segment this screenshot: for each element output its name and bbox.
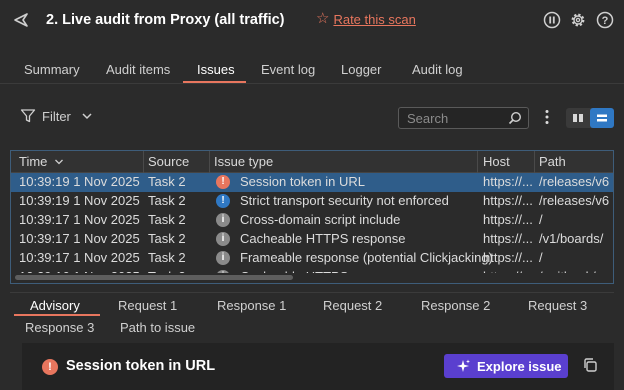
cell-host: https://... xyxy=(483,250,533,265)
cell-issue-type: Cross-domain script include xyxy=(240,212,401,227)
column-header-time[interactable]: Time xyxy=(19,154,64,169)
columns-icon xyxy=(573,114,583,122)
rows-view-button[interactable] xyxy=(590,108,614,128)
column-header-path[interactable]: Path xyxy=(539,154,566,169)
search-input[interactable]: Search xyxy=(398,107,529,129)
cell-host: https://... xyxy=(483,174,533,189)
cell-time: 10:39:19 1 Nov 2025 xyxy=(19,174,140,189)
chevron-down-icon xyxy=(82,113,92,120)
tab-logger[interactable]: Logger xyxy=(341,62,381,77)
tab-advisory[interactable]: Advisory xyxy=(30,298,80,313)
cell-source: Task 2 xyxy=(148,250,186,265)
issues-table: Time Source Issue type Host Path 10:39:1… xyxy=(10,150,614,284)
cell-path: /releases/v6 xyxy=(539,174,610,189)
cell-source: Task 2 xyxy=(148,212,186,227)
gear-icon[interactable] xyxy=(569,11,587,29)
back-icon[interactable] xyxy=(12,11,30,29)
cell-time: 10:39:17 1 Nov 2025 xyxy=(19,250,140,265)
horizontal-scrollbar[interactable] xyxy=(11,273,613,283)
severity-info-icon: i xyxy=(216,232,230,246)
table-row[interactable]: 10:39:17 1 Nov 2025 Task 2 i Cacheable H… xyxy=(11,230,613,249)
filter-icon xyxy=(20,109,36,123)
tab-response-3[interactable]: Response 3 xyxy=(25,320,94,335)
tab-response-1[interactable]: Response 1 xyxy=(217,298,286,313)
column-divider[interactable] xyxy=(209,151,210,173)
scrollbar-thumb[interactable] xyxy=(15,275,293,280)
cell-time: 10:39:19 1 Nov 2025 xyxy=(19,193,140,208)
column-divider[interactable] xyxy=(477,151,478,173)
severity-info-icon: i xyxy=(216,213,230,227)
cell-issue-type: Cacheable HTTPS response xyxy=(240,231,406,246)
table-row[interactable]: 10:39:19 1 Nov 2025 Task 2 ! Strict tran… xyxy=(11,192,613,211)
cell-issue-type: Frameable response (potential Clickjacki… xyxy=(240,250,493,265)
cell-time: 10:39:17 1 Nov 2025 xyxy=(19,231,140,246)
search-placeholder: Search xyxy=(407,111,449,126)
rows-icon xyxy=(597,114,607,122)
cell-time: 10:39:17 1 Nov 2025 xyxy=(19,212,140,227)
issue-detail-panel: Advisory Request 1 Response 1 Request 2 … xyxy=(10,292,614,390)
severity-medium-icon: ! xyxy=(216,194,230,208)
cell-host: https://... xyxy=(483,231,533,246)
issue-title: Session token in URL xyxy=(66,358,216,374)
sort-chevron-icon xyxy=(55,159,63,165)
star-icon: ☆ xyxy=(316,10,330,27)
more-options-icon[interactable] xyxy=(542,108,552,126)
tab-path-to-issue[interactable]: Path to issue xyxy=(120,320,195,335)
column-divider[interactable] xyxy=(143,151,144,173)
explore-issue-label: Explore issue xyxy=(477,358,562,374)
cell-source: Task 2 xyxy=(148,193,186,208)
tab-event-log[interactable]: Event log xyxy=(261,62,315,77)
columns-view-button[interactable] xyxy=(566,108,590,128)
severity-high-icon: ! xyxy=(216,175,230,189)
svg-text:?: ? xyxy=(602,15,609,27)
view-toggle xyxy=(566,108,614,128)
tab-issues[interactable]: Issues xyxy=(197,62,235,77)
cell-issue-type: Session token in URL xyxy=(240,174,366,189)
main-tabs: Summary Audit items Issues Event log Log… xyxy=(0,58,624,84)
copy-icon[interactable] xyxy=(582,357,598,373)
table-header: Time Source Issue type Host Path xyxy=(11,151,613,173)
cell-path: / xyxy=(539,250,543,265)
rate-scan-label: Rate this scan xyxy=(333,11,416,27)
filter-label: Filter xyxy=(42,108,71,124)
column-header-host[interactable]: Host xyxy=(483,154,510,169)
column-header-issue-type[interactable]: Issue type xyxy=(214,154,273,169)
tab-audit-items[interactable]: Audit items xyxy=(106,62,170,77)
rate-scan-link[interactable]: ☆ Rate this scan xyxy=(316,11,416,27)
table-row[interactable]: 10:39:17 1 Nov 2025 Task 2 i Cross-domai… xyxy=(11,211,613,230)
cell-source: Task 2 xyxy=(148,231,186,246)
header: 2. Live audit from Proxy (all traffic) ☆… xyxy=(0,0,624,42)
severity-high-icon: ! xyxy=(42,359,58,375)
tab-audit-log[interactable]: Audit log xyxy=(412,62,463,77)
sparkle-icon xyxy=(457,359,470,372)
explore-issue-button[interactable]: Explore issue xyxy=(444,354,568,378)
search-icon xyxy=(508,111,522,125)
active-tab-indicator xyxy=(183,81,246,83)
table-row[interactable]: 10:39:19 1 Nov 2025 Task 2 ! Session tok… xyxy=(11,173,613,192)
cell-path: / xyxy=(539,212,543,227)
tab-request-1[interactable]: Request 1 xyxy=(118,298,177,313)
tab-summary[interactable]: Summary xyxy=(24,62,80,77)
advisory-content: ! Session token in URL Explore issue xyxy=(22,343,614,390)
column-divider[interactable] xyxy=(534,151,535,173)
cell-path: /v1/boards/ xyxy=(539,231,604,246)
help-icon[interactable]: ? xyxy=(596,11,614,29)
cell-host: https://... xyxy=(483,212,533,227)
active-detail-tab-indicator xyxy=(14,314,100,316)
pause-icon[interactable] xyxy=(543,11,561,29)
cell-source: Task 2 xyxy=(148,174,186,189)
column-header-source[interactable]: Source xyxy=(148,154,189,169)
cell-host: https://... xyxy=(483,193,533,208)
tab-response-2[interactable]: Response 2 xyxy=(421,298,490,313)
tab-request-2[interactable]: Request 2 xyxy=(323,298,382,313)
table-row[interactable]: 10:39:17 1 Nov 2025 Task 2 i Frameable r… xyxy=(11,249,613,268)
filter-button[interactable]: Filter xyxy=(20,108,93,124)
scan-title: 2. Live audit from Proxy (all traffic) xyxy=(46,12,285,28)
cell-path: /releases/v6 xyxy=(539,193,610,208)
severity-info-icon: i xyxy=(216,251,230,265)
tab-request-3[interactable]: Request 3 xyxy=(528,298,587,313)
cell-issue-type: Strict transport security not enforced xyxy=(240,193,449,208)
